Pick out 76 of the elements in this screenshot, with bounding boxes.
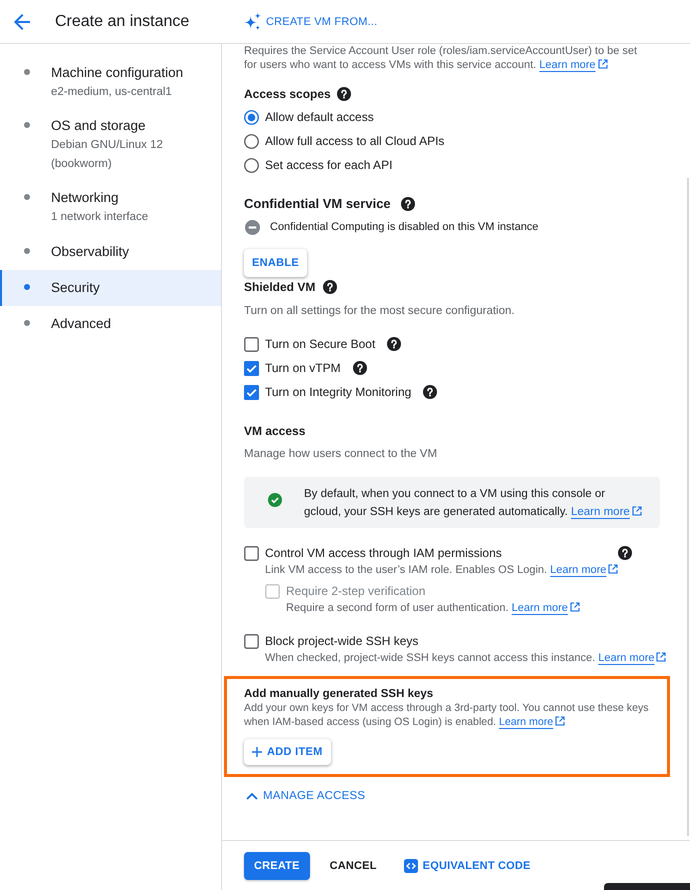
plus-icon <box>252 747 262 757</box>
nav-item[interactable]: Security <box>0 270 221 306</box>
help-icon[interactable] <box>352 361 367 375</box>
checkbox[interactable] <box>244 546 259 560</box>
learn-more-link[interactable]: Learn more <box>598 652 666 664</box>
checkbox-label: Control VM access through IAM permissions <box>265 546 502 560</box>
radio-label: Allow default access <box>265 110 374 124</box>
checkbox[interactable] <box>244 634 259 648</box>
bullet-icon <box>24 194 30 200</box>
help-icon[interactable] <box>423 385 438 399</box>
checkbox-label: Turn on Secure Boot <box>265 337 376 351</box>
radio-label: Set access for each API <box>265 158 392 172</box>
external-link-icon <box>555 716 566 726</box>
learn-more-link[interactable]: Learn more <box>539 59 608 71</box>
description-text: When checked, project-wide SSH keys cannot access this instance. Learn more <box>265 650 690 666</box>
description-text: Requires the Service Account User role (roles/iam.serviceAccountUser) to be set for users who want to access VMs with this service account. Learn more <box>244 44 638 72</box>
add-item-button[interactable]: ADD ITEM <box>244 739 331 765</box>
bullet-icon <box>24 122 30 128</box>
external-link-icon <box>632 506 642 516</box>
back-arrow-icon[interactable] <box>14 14 30 30</box>
info-text: By default, when you connect to a VM using this console or gcloud, your SSH keys are generated automatically. Learn more <box>304 485 644 521</box>
help-icon[interactable] <box>387 337 402 351</box>
checkbox[interactable] <box>244 360 259 376</box>
radio-button[interactable] <box>244 134 259 148</box>
bullet-icon <box>24 284 30 290</box>
code-icon <box>404 858 418 872</box>
radio-button[interactable] <box>244 158 259 172</box>
help-icon[interactable] <box>400 197 415 211</box>
page-title: Create an instance <box>55 12 190 32</box>
manage-access-button[interactable]: MANAGE ACCESS <box>244 787 366 805</box>
scrollbar-thumb[interactable] <box>687 178 689 836</box>
description-text: Add your own keys for VM access through a 3rd-party tool. You cannot use these keys when IAM-based access (using OS Login) is enabled. Learn more <box>244 702 650 729</box>
help-icon[interactable] <box>618 546 632 560</box>
checkbox-label: Block project-wide SSH keys <box>265 634 418 648</box>
help-icon[interactable] <box>336 87 351 101</box>
learn-more-link[interactable]: Learn more <box>498 716 566 728</box>
checkbox-label: Turn on vTPM <box>265 361 341 375</box>
section-title: Confidential VM service <box>244 195 391 213</box>
nav-item[interactable]: Machine configuration e2-medium, us-central1 <box>0 56 221 109</box>
description-text: Require a second form of user authentication. Learn more <box>286 600 690 616</box>
nav-item[interactable]: Networking 1 network interface <box>0 181 221 234</box>
help-icon[interactable] <box>323 280 338 294</box>
create-vm-from-button[interactable]: CREATE VM FROM... <box>243 10 378 34</box>
status-text: Confidential Computing is disabled on this VM instance <box>270 221 538 233</box>
nav-item[interactable]: Advanced <box>0 306 221 342</box>
external-link-icon <box>570 602 580 612</box>
minus-circle-icon <box>245 220 260 234</box>
checkbox[interactable] <box>244 384 259 400</box>
bullet-icon <box>24 320 30 326</box>
checkbox-label: Require 2-step verification <box>286 584 426 598</box>
nav-item[interactable]: Observability <box>0 234 221 270</box>
section-title: Add manually generated SSH keys <box>244 687 434 702</box>
description-text: Turn on all settings for the most secure configuration. <box>244 304 516 319</box>
external-link-icon <box>656 652 666 662</box>
section-title: Access scopes <box>244 86 331 103</box>
bullet-icon <box>24 248 30 254</box>
radio-label: Allow full access to all Cloud APIs <box>265 134 444 148</box>
external-link-icon <box>608 564 618 574</box>
enable-button[interactable]: ENABLE <box>244 249 308 277</box>
bullet-icon <box>24 69 30 75</box>
cancel-button[interactable]: CANCEL <box>318 852 389 880</box>
learn-more-link[interactable]: Learn more <box>571 506 642 518</box>
nav-item[interactable]: OS and storage Debian GNU/Linux 12 (bookworm) <box>0 109 221 181</box>
equivalent-code-button[interactable]: EQUIVALENT CODE <box>396 852 539 880</box>
check-circle-icon <box>268 493 282 507</box>
checkbox-label: Turn on Integrity Monitoring <box>265 385 412 399</box>
learn-more-link[interactable]: Learn more <box>550 564 618 576</box>
section-title: VM access <box>244 423 306 440</box>
section-title: Shielded VM <box>244 279 316 296</box>
create-button[interactable]: CREATE <box>244 852 310 880</box>
radio-button[interactable] <box>244 110 259 124</box>
description-text: Link VM access to the user’s IAM role. Enables OS Login. Learn more <box>265 562 690 578</box>
checkbox[interactable] <box>244 336 259 352</box>
sparkle-icon <box>243 12 262 31</box>
external-link-icon <box>598 59 608 69</box>
description-text: Manage how users connect to the VM <box>244 447 438 462</box>
